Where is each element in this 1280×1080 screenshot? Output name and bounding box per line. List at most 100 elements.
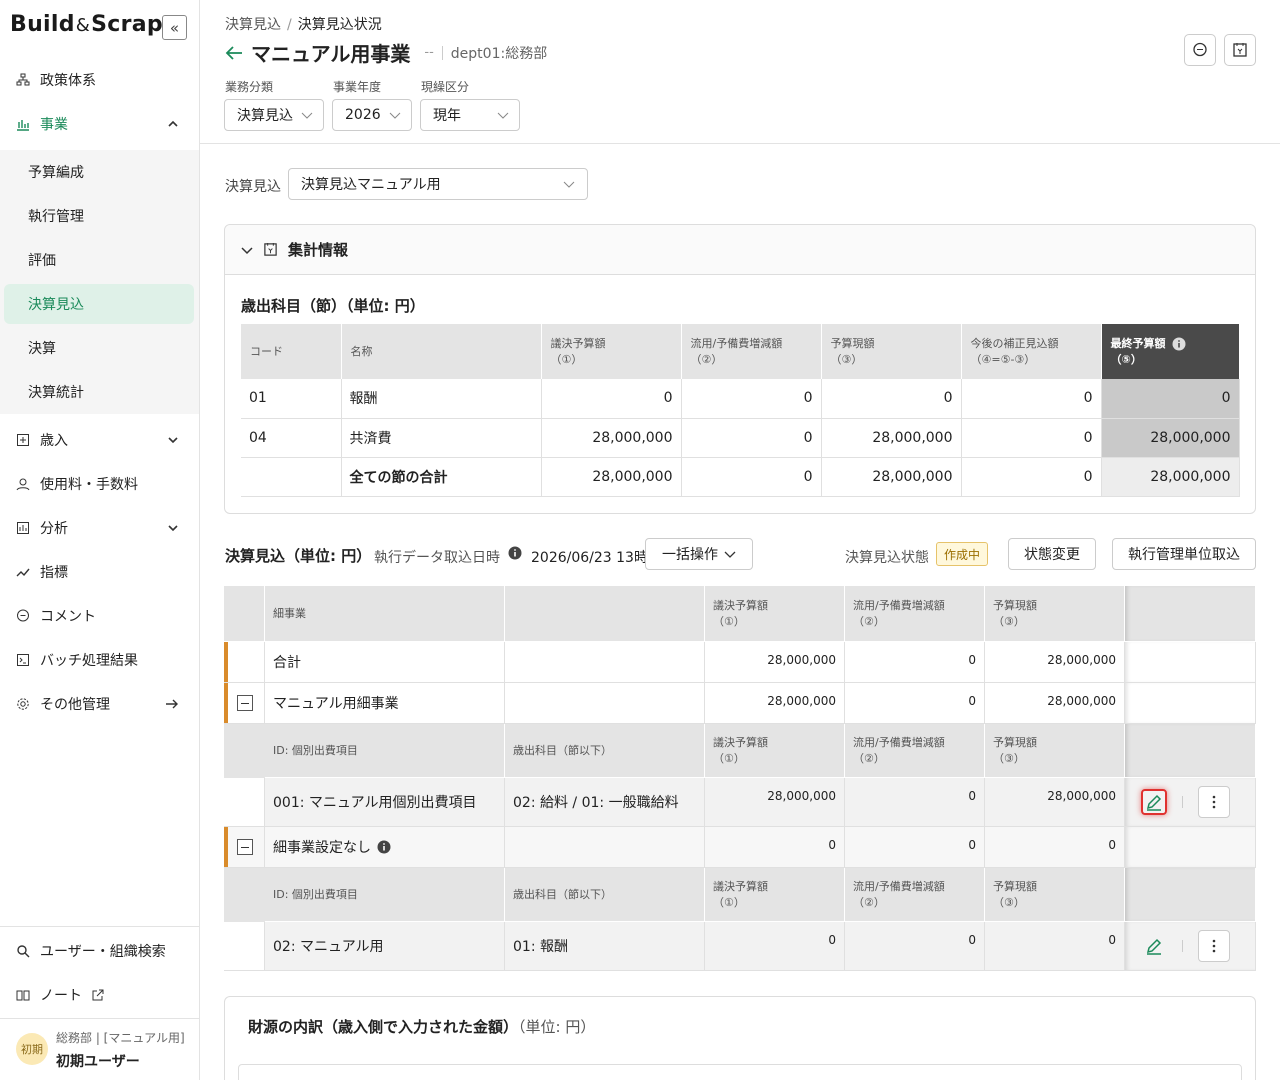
nav-label: ノート bbox=[40, 988, 82, 1004]
estimate-select-label: 決算見込 bbox=[225, 179, 281, 195]
fund-breakdown-table bbox=[238, 1064, 1242, 1080]
nav-item-revenue[interactable]: 歳入 bbox=[0, 418, 199, 462]
nav-item-business[interactable]: 事業 bbox=[0, 102, 199, 146]
col-header: 予算現額 （③） bbox=[821, 324, 962, 379]
divider bbox=[1182, 940, 1183, 952]
back-arrow-icon[interactable] bbox=[225, 45, 243, 61]
category-select[interactable]: 決算見込 bbox=[224, 99, 324, 131]
breadcrumb-current: 決算見込状況 bbox=[297, 17, 382, 33]
business-submenu: 予算編成 執行管理 評価 決算見込 決算 決算統計 bbox=[0, 150, 199, 414]
state-change-button[interactable]: 状態変更 bbox=[1008, 538, 1096, 570]
calculator-button[interactable] bbox=[1224, 34, 1256, 66]
collapse-group-toggle[interactable] bbox=[237, 695, 253, 711]
divider bbox=[1182, 796, 1183, 808]
hierarchy-icon bbox=[16, 73, 30, 87]
sidebar-divider bbox=[0, 926, 199, 927]
col-header: 予算現額 （③） bbox=[985, 724, 1125, 778]
nav-item-batch[interactable]: バッチ処理結果 bbox=[0, 638, 199, 682]
division-select[interactable]: 現年 bbox=[420, 99, 520, 131]
exec-date-label: 執行データ取込日時 bbox=[374, 550, 500, 566]
sub-item-settlement[interactable]: 決算 bbox=[4, 328, 194, 368]
nav-item-notes[interactable]: ノート bbox=[0, 973, 199, 1017]
sub-item-settlement-estimate[interactable]: 決算見込 bbox=[4, 284, 194, 324]
header-divider bbox=[200, 143, 1280, 144]
col-header: 予算現額 （③） bbox=[985, 868, 1125, 922]
comment-icon bbox=[1192, 42, 1208, 58]
nav-item-user-search[interactable]: ユーザー・組織検索 bbox=[0, 929, 199, 973]
nav-item-comments[interactable]: コメント bbox=[0, 594, 199, 638]
grid-group-row: 細事業設定なし 0 0 0 bbox=[224, 827, 1256, 868]
gear-icon bbox=[16, 697, 30, 711]
nav-label: 指標 bbox=[40, 565, 68, 581]
collapse-group-toggle[interactable] bbox=[237, 839, 253, 855]
summary-table: コード 名称 議決予算額 （①） 流用/予備費増減額 （②） 予算現額 （③） 今後の… bbox=[241, 324, 1240, 497]
chevron-down-icon bbox=[563, 179, 575, 189]
nav-item-policy[interactable]: 政策体系 bbox=[0, 58, 199, 102]
col-header: 流用/予備費増減額 （②） bbox=[681, 324, 822, 379]
filter-label-year: 事業年度 bbox=[333, 80, 382, 94]
title-dept: dept01:総務部 bbox=[450, 45, 548, 62]
summary-card-header[interactable]: 集計情報 bbox=[225, 225, 1255, 275]
nav-label: 事業 bbox=[40, 117, 68, 133]
pencil-icon bbox=[1145, 937, 1163, 955]
estimate-section-title: 決算見込（単位: 円） bbox=[225, 547, 372, 565]
bulk-operation-button[interactable]: 一括操作 bbox=[645, 538, 753, 570]
trend-icon bbox=[16, 565, 30, 579]
import-exec-unit-button[interactable]: 執行管理単位取込 bbox=[1112, 538, 1256, 570]
collapse-sidebar-button[interactable]: « bbox=[162, 15, 187, 40]
col-header: 流用/予備費増減額 （②） bbox=[845, 586, 985, 642]
nav-item-analysis[interactable]: 分析 bbox=[0, 506, 199, 550]
more-options-button[interactable] bbox=[1198, 786, 1230, 818]
chevron-down-icon bbox=[301, 110, 313, 120]
status-badge: 作成中 bbox=[936, 542, 988, 566]
state-label: 決算見込状態 bbox=[845, 550, 929, 566]
comment-button[interactable] bbox=[1184, 34, 1216, 66]
external-link-icon bbox=[92, 989, 104, 1001]
info-icon[interactable] bbox=[1172, 337, 1186, 351]
info-icon[interactable] bbox=[508, 546, 522, 560]
batch-icon bbox=[16, 653, 30, 667]
sub-item-budget[interactable]: 予算編成 bbox=[4, 152, 194, 192]
summary-card-title: 集計情報 bbox=[288, 241, 349, 259]
more-options-button[interactable] bbox=[1198, 930, 1230, 962]
user-profile[interactable]: 初期 総務部 | [マニュアル用] 初期ユーザー bbox=[0, 1018, 199, 1080]
col-header: コード bbox=[241, 324, 342, 379]
app-logo[interactable]: Build&Scrap bbox=[10, 12, 163, 37]
estimate-select[interactable]: 決算見込マニュアル用 bbox=[288, 168, 588, 200]
col-header: 流用/予備費増減額 （②） bbox=[845, 724, 985, 778]
nav-item-other-admin[interactable]: その他管理 bbox=[0, 682, 199, 726]
chevron-down-icon bbox=[241, 245, 253, 255]
calculator-icon bbox=[1232, 42, 1248, 58]
col-header: 歳出科目（節以下） bbox=[505, 868, 705, 922]
edit-button[interactable] bbox=[1141, 789, 1167, 815]
search-icon bbox=[16, 944, 30, 958]
nav-item-indicators[interactable]: 指標 bbox=[0, 550, 199, 594]
estimate-grid: 細事業 議決予算額 （①） 流用/予備費増減額 （②） 予算現額 （③） 合計 28,… bbox=[224, 586, 1256, 972]
grid-subheader-row: ID: 個別出費項目 歳出科目（節以下） 議決予算額 （①） 流用/予備費増減額（… bbox=[224, 724, 1256, 778]
col-header: ID: 個別出費項目 bbox=[265, 724, 505, 778]
grid-group-row: マニュアル用細事業 28,000,000 0 28,000,000 bbox=[224, 683, 1256, 724]
sub-item-evaluation[interactable]: 評価 bbox=[4, 240, 194, 280]
nav-item-fees[interactable]: 使用料・手数料 bbox=[0, 462, 199, 506]
breadcrumb: 決算見込 / 決算見込状況 bbox=[225, 17, 382, 33]
col-header: ID: 個別出費項目 bbox=[265, 868, 505, 922]
col-header: 細事業 bbox=[265, 586, 505, 642]
pencil-icon bbox=[1145, 793, 1163, 811]
row-label: 合計 bbox=[265, 642, 505, 683]
col-header: 予算現額 （③） bbox=[985, 586, 1125, 642]
title-divider bbox=[441, 45, 443, 60]
bar-chart-icon bbox=[16, 117, 30, 131]
grid-header-row: 細事業 議決予算額 （①） 流用/予備費増減額 （②） 予算現額 （③） bbox=[224, 586, 1256, 642]
grid-subheader-row: ID: 個別出費項目 歳出科目（節以下） 議決予算額 （①） 流用/予備費増減額（… bbox=[224, 868, 1256, 922]
info-icon[interactable] bbox=[377, 840, 391, 854]
row-label: マニュアル用細事業 bbox=[265, 683, 505, 724]
breadcrumb-link[interactable]: 決算見込 bbox=[225, 17, 281, 33]
sub-item-execution[interactable]: 執行管理 bbox=[4, 196, 194, 236]
sub-item-settlement-stats[interactable]: 決算統計 bbox=[4, 372, 194, 412]
chevron-down-icon bbox=[389, 110, 401, 120]
edit-button[interactable] bbox=[1141, 933, 1167, 959]
col-header: 議決予算額 （①） bbox=[541, 324, 682, 379]
year-select[interactable]: 2026 bbox=[332, 99, 412, 131]
nav-label: 政策体系 bbox=[40, 73, 96, 89]
sidebar: Build&Scrap « 政策体系 事業 予算編成 執行管理 評価 決算見込 … bbox=[0, 0, 200, 1080]
